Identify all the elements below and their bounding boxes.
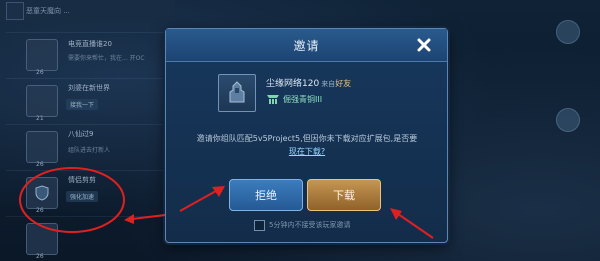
friend-name: 八仙过9 [68, 130, 94, 138]
avatar [26, 39, 58, 71]
invite-dialog: 邀请 尘缘网络120 来自好友 倔强青铜III 邀请你组队匹配5v5Project… [165, 28, 448, 243]
avatar [556, 20, 580, 44]
list-item[interactable]: 26 情侣剪剪 强化加速 [6, 170, 176, 215]
inviter-name: 尘缘网络120 [266, 79, 320, 89]
avatar [556, 108, 580, 132]
block-invite-option[interactable]: 5分钟内不接受该玩家邀请 [254, 219, 350, 231]
download-button[interactable]: 下载 [307, 179, 381, 211]
friend-name: 电竞直播谁20 [68, 40, 112, 48]
level-label: 26 [36, 161, 44, 168]
invite-message: 邀请你组队匹配5v5Project5,但因你未下载对应扩展包,是否要 现在下载? [182, 132, 432, 158]
list-item[interactable]: 26 八仙过9 组队进去打新人 [6, 124, 176, 169]
level-label: 26 [36, 253, 44, 260]
reject-button[interactable]: 拒绝 [229, 179, 303, 211]
avatar [26, 85, 58, 117]
friend-message: 组队进去打新人 [68, 147, 111, 154]
friend-list: 恶童天魔向 ... 26 电竞直播谁20 需要你来帮忙，我在... 开OC 21… [0, 0, 176, 261]
close-icon [417, 38, 431, 52]
avatar [26, 223, 58, 255]
avatar [26, 131, 58, 163]
rank-row: 倔强青铜III [266, 92, 322, 106]
list-item[interactable]: 26 电竞直播谁20 需要你来帮忙，我在... 开OC [6, 32, 176, 77]
dialog-header: 邀请 [166, 29, 447, 62]
from-label: 来自 [321, 80, 336, 88]
relation-label: 好友 [335, 79, 352, 88]
friend-tag: 强化加速 [66, 191, 99, 202]
dialog-title: 邀请 [293, 39, 320, 53]
avatar [6, 2, 24, 20]
list-item[interactable]: 21 刘婆在新世界 接我一下 [6, 78, 176, 123]
list-item[interactable]: 26 [6, 216, 176, 261]
header-text: 恶童天魔向 ... [26, 7, 70, 15]
level-label: 26 [36, 69, 44, 76]
level-label: 21 [36, 115, 44, 122]
block-invite-label: 5分钟内不接受该玩家邀请 [269, 221, 351, 229]
close-button[interactable] [414, 35, 434, 55]
shield-icon [35, 185, 49, 201]
friend-name: 情侣剪剪 [68, 176, 96, 184]
inviter-avatar[interactable] [218, 74, 256, 112]
download-now-link[interactable]: 现在下载? [289, 147, 325, 156]
bronze-rank-icon [267, 95, 279, 104]
friend-tag: 接我一下 [66, 99, 99, 110]
list-header: 恶童天魔向 ... [0, 0, 175, 22]
block-invite-checkbox[interactable] [254, 219, 265, 231]
friend-message: 需要你来帮忙，我在... 开OC [68, 55, 145, 62]
inviter-info: 尘缘网络120 来自好友 [266, 76, 351, 89]
hero-avatar-icon [229, 81, 245, 103]
side-avatars [530, 0, 600, 261]
friend-name: 刘婆在新世界 [68, 84, 110, 92]
level-label: 26 [36, 207, 44, 214]
message-text: 邀请你组队匹配5v5Project5,但因你未下载对应扩展包,是否要 [196, 134, 418, 143]
avatar [26, 177, 58, 209]
rank-text: 倔强青铜III [283, 94, 323, 104]
